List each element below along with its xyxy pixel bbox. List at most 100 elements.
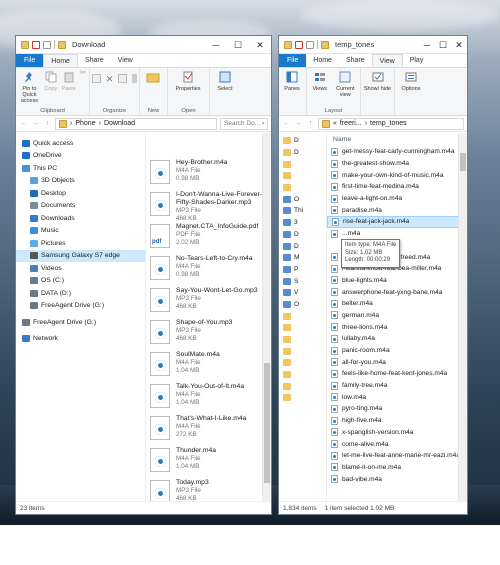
maximize-button[interactable]: ☐	[227, 36, 249, 54]
minimize-button[interactable]: ─	[419, 36, 435, 54]
file-row[interactable]: rise-feat-jack-jack.m4a	[327, 216, 467, 228]
nav-item[interactable]: OneDrive	[16, 150, 145, 163]
file-item[interactable]: SoulMate.m4a M4A File 1.04 MB	[150, 351, 268, 376]
file-row[interactable]: ...m4a	[327, 228, 467, 240]
paste-button[interactable]: Paste	[61, 70, 77, 92]
options-button[interactable]: Options	[397, 70, 425, 92]
rename-icon[interactable]	[131, 74, 137, 83]
file-item[interactable]: I-Don't-Wanna-Live-Forever-Fifty-Shades-…	[150, 191, 268, 222]
vertical-scrollbar[interactable]	[458, 133, 467, 501]
nav-item[interactable]	[279, 357, 326, 369]
file-item[interactable]: Shape-of-You.mp3 MP3 File 468 KB	[150, 319, 268, 344]
file-row[interactable]: first-time-feat-medina.m4a	[327, 181, 467, 193]
nav-item[interactable]	[279, 170, 326, 182]
file-row[interactable]: three-lions.m4a	[327, 321, 467, 333]
nav-item[interactable]: P	[279, 264, 326, 276]
file-row[interactable]: bad-vibe.m4a	[327, 473, 467, 485]
nav-item[interactable]: 3D Objects	[16, 175, 145, 188]
nav-item[interactable]: V	[279, 287, 326, 299]
back-arrow-icon[interactable]: ←	[19, 120, 28, 127]
nav-item[interactable]	[279, 380, 326, 392]
file-item[interactable]: Hey-Brother.m4a M4A File 0.98 MB	[150, 159, 268, 184]
file-row[interactable]: leave-a-light-on.m4a	[327, 193, 467, 205]
file-row[interactable]: feels-like-home-feat-kent-jones.m4a	[327, 368, 467, 380]
title-bar[interactable]: temp_tones ─ ☐ ✕	[279, 36, 467, 54]
file-row[interactable]: blue-lights.m4a	[327, 275, 467, 287]
nav-item[interactable]: D	[279, 135, 326, 147]
file-row[interactable]: let-me-live-feat-anne-marie-mr-eazi.m4a	[327, 450, 467, 462]
minimize-button[interactable]: ─	[205, 36, 227, 54]
cut-button[interactable]: ✂	[79, 69, 87, 77]
nav-item[interactable]: Desktop	[16, 187, 145, 200]
search-input[interactable]: Search Do... ⌕	[220, 117, 268, 130]
checkbox-icon[interactable]	[32, 40, 40, 49]
copy-to-icon[interactable]	[118, 74, 127, 83]
title-bar[interactable]: Download ─ ☐ ✕	[16, 36, 271, 54]
tab-home[interactable]: Home	[306, 54, 339, 67]
nav-item[interactable]: Downloads	[16, 212, 145, 225]
tab-view[interactable]: View	[371, 54, 403, 67]
vertical-scrollbar[interactable]	[262, 133, 271, 501]
file-row[interactable]: pyro-ting.m4a	[327, 403, 467, 415]
file-row[interactable]: german.m4a	[327, 310, 467, 322]
tab-share[interactable]: Share	[339, 54, 372, 67]
show-hide-button[interactable]: Show/ hide	[363, 70, 392, 92]
up-arrow-icon[interactable]: ↑	[306, 120, 315, 127]
checkbox-icon[interactable]	[295, 40, 303, 49]
nav-item[interactable]: D	[279, 240, 326, 252]
file-item[interactable]: Today.mp3 MP3 File 468 KB	[150, 479, 268, 501]
file-row[interactable]: high-five.m4a	[327, 415, 467, 427]
nav-item[interactable]: 3	[279, 217, 326, 229]
file-row[interactable]: panic-room.m4a	[327, 345, 467, 357]
breadcrumb-phone[interactable]: Phone	[75, 120, 95, 127]
file-item[interactable]: M4A File	[150, 133, 268, 150]
address-bar[interactable]: « freeri... › temp_tones	[318, 117, 464, 130]
column-header-name[interactable]: Name	[327, 133, 467, 146]
breadcrumb-freeringtones[interactable]: freeri...	[340, 120, 362, 127]
file-item[interactable]: Thunder.m4a M4A File 1.04 MB	[150, 447, 268, 472]
file-item[interactable]: No-Tears-Left-to-Cry.m4a M4A File 0.98 MB	[150, 255, 268, 280]
views-button[interactable]: Views	[309, 70, 331, 92]
nav-item[interactable]	[279, 182, 326, 194]
nav-item[interactable]: Music	[16, 225, 145, 238]
nav-item[interactable]	[279, 322, 326, 334]
file-item[interactable]: Say-You-Wont-Let-Go.mp3 MP3 File 468 KB	[150, 287, 268, 312]
nav-item[interactable]	[279, 158, 326, 170]
tab-view[interactable]: View	[111, 54, 140, 67]
nav-item[interactable]	[279, 345, 326, 357]
file-row[interactable]: x-spanglish-version.m4a	[327, 427, 467, 439]
new-folder-button[interactable]	[142, 70, 164, 86]
nav-item[interactable]: OS (C:)	[16, 275, 145, 288]
breadcrumb-temp-tones[interactable]: temp_tones	[370, 120, 407, 127]
pin-quick-access-button[interactable]: Pin to Quick access	[18, 70, 41, 104]
nav-item[interactable]	[279, 334, 326, 346]
properties-quick-icon[interactable]	[43, 40, 51, 49]
tab-file[interactable]: File	[279, 54, 307, 67]
nav-item[interactable]: This PC	[16, 162, 145, 175]
file-item[interactable]: pdf Magnet.CTA_InfoGuide.pdf PDF File 2.02 …	[150, 223, 268, 248]
nav-item[interactable]: O	[279, 299, 326, 311]
nav-item[interactable]: D	[279, 147, 326, 159]
nav-item[interactable]: Samsung Galaxy S7 edge	[16, 249, 145, 262]
close-button[interactable]: ✕	[451, 36, 467, 54]
maximize-button[interactable]: ☐	[435, 36, 451, 54]
copy-button[interactable]: Copy	[43, 70, 59, 92]
nav-item[interactable]: Documents	[16, 200, 145, 213]
current-view-button[interactable]: Current view	[333, 70, 358, 98]
address-bar[interactable]: › Phone › Download	[55, 117, 217, 130]
file-row[interactable]: belter.m4a	[327, 298, 467, 310]
select-button[interactable]: Select	[212, 70, 238, 92]
file-row[interactable]: the-greatest-show.m4a	[327, 158, 467, 170]
nav-item[interactable]: Network	[16, 333, 145, 346]
nav-item[interactable]: Thi	[279, 205, 326, 217]
nav-item[interactable]: M	[279, 252, 326, 264]
file-row[interactable]: blame-it-on-me.m4a	[327, 462, 467, 474]
delete-icon[interactable]: ✕	[106, 74, 114, 85]
close-button[interactable]: ✕	[249, 36, 271, 54]
forward-arrow-icon[interactable]: →	[294, 120, 303, 127]
file-row[interactable]: answerphone-feat-yxng-bane.m4a	[327, 286, 467, 298]
properties-button[interactable]: Properties	[170, 70, 206, 92]
nav-item[interactable]: FreeAgent Drive (G:)	[16, 316, 145, 329]
file-row[interactable]: low.m4a	[327, 391, 467, 403]
tab-share[interactable]: Share	[78, 54, 111, 67]
